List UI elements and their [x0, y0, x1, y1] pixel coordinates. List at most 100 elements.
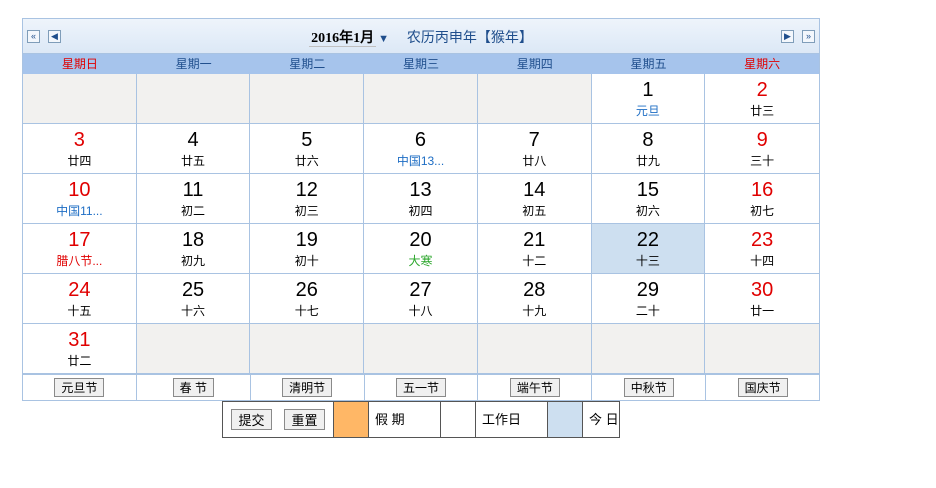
day-cell[interactable]: 15 初六 [591, 174, 706, 224]
festival-cell: 中秋节 [592, 375, 707, 400]
lunar-date: 中国11... [56, 204, 103, 218]
holiday-label: 假 期 [368, 402, 440, 437]
day-cell[interactable]: 17 腊八节... [23, 224, 137, 274]
day-cell[interactable]: 7 廿八 [477, 124, 592, 174]
day-cell[interactable]: 9 三十 [705, 124, 819, 174]
lunar-date: 腊八节... [56, 254, 103, 268]
day-number: 22 [636, 229, 660, 251]
empty-day-cell [23, 74, 137, 124]
empty-day-cell [477, 324, 592, 374]
lunar-date: 初六 [635, 204, 660, 218]
weekday-wed: 星期三 [403, 57, 440, 71]
lunar-date: 廿八 [522, 154, 547, 168]
empty-day-cell [136, 324, 251, 374]
weekday-tue: 星期二 [289, 57, 326, 71]
legend-bar: 提交 重置 假 期 工作日 今 日 [222, 401, 620, 438]
lunar-date: 十七 [294, 304, 319, 318]
day-cell[interactable]: 21 十二 [477, 224, 592, 274]
day-number: 1 [642, 79, 654, 101]
submit-button[interactable]: 提交 [231, 409, 272, 430]
festival-cell: 清明节 [251, 375, 365, 400]
empty-day-cell [136, 74, 251, 124]
festival-button-new-year[interactable]: 元旦节 [54, 378, 105, 397]
day-cell[interactable]: 29 二十 [591, 274, 706, 324]
reset-button[interactable]: 重置 [284, 409, 325, 430]
day-cell[interactable]: 4 廿五 [136, 124, 251, 174]
festival-button-spring[interactable]: 春 节 [172, 378, 214, 397]
weekday-mon: 星期一 [175, 57, 212, 71]
festival-button-mid-autumn[interactable]: 中秋节 [623, 378, 674, 397]
day-number: 9 [756, 129, 768, 151]
day-cell[interactable]: 13 初四 [364, 174, 478, 224]
day-cell[interactable]: 26 十七 [250, 274, 365, 324]
day-number: 16 [751, 179, 774, 201]
lunar-date: 十六 [181, 304, 206, 318]
day-number: 12 [295, 179, 318, 201]
day-cell[interactable]: 25 十六 [136, 274, 251, 324]
lunar-date: 二十 [635, 304, 660, 318]
day-number: 30 [751, 279, 774, 301]
lunar-date: 初三 [294, 204, 319, 218]
lunar-date: 十三 [635, 254, 660, 268]
day-number: 21 [523, 229, 546, 251]
workday-label: 工作日 [475, 402, 547, 437]
lunar-date: 廿五 [181, 154, 206, 168]
day-cell[interactable]: 22 十三 [591, 224, 706, 274]
day-cell[interactable]: 6 中国13... [364, 124, 478, 174]
day-cell[interactable]: 24 十五 [23, 274, 137, 324]
festival-button-may-day[interactable]: 五一节 [396, 378, 447, 397]
next-month-icon[interactable]: ▶ [781, 30, 794, 43]
chevron-down-icon[interactable]: ▼ [378, 33, 389, 45]
lunar-date: 十五 [67, 304, 92, 318]
lunar-date: 初二 [181, 204, 206, 218]
year-month-selector[interactable]: 2016年1月 [309, 31, 377, 47]
day-number: 7 [528, 129, 540, 151]
day-cell[interactable]: 12 初三 [250, 174, 365, 224]
day-number: 3 [73, 129, 85, 151]
day-number: 20 [409, 229, 432, 251]
day-cell[interactable]: 28 十九 [477, 274, 592, 324]
lunar-date: 初四 [408, 204, 433, 218]
day-cell[interactable]: 31 廿二 [23, 324, 137, 374]
festival-button-qingming[interactable]: 清明节 [282, 378, 333, 397]
festival-cell: 元旦节 [23, 375, 137, 400]
weekday-header: 星期日 星期一 星期二 星期三 星期四 星期五 星期六 [23, 54, 819, 74]
festival-button-national-day[interactable]: 国庆节 [737, 378, 788, 397]
calendar-title: 2016年1月 ▼ 农历丙申年【猴年】 [23, 27, 819, 47]
day-cell[interactable]: 5 廿六 [250, 124, 365, 174]
empty-day-cell [250, 324, 365, 374]
festival-button-dragon-boat[interactable]: 端午节 [509, 378, 560, 397]
day-number: 26 [295, 279, 318, 301]
day-number: 24 [68, 279, 91, 301]
weekday-sat: 星期六 [744, 57, 781, 71]
lunar-date: 元旦 [635, 104, 660, 118]
day-cell[interactable]: 27 十八 [364, 274, 478, 324]
day-cell[interactable]: 16 初七 [705, 174, 819, 224]
calendar-header: « ◀ 2016年1月 ▼ 农历丙申年【猴年】 ▶ » [23, 19, 819, 54]
day-cell[interactable]: 3 廿四 [23, 124, 137, 174]
day-number: 28 [523, 279, 546, 301]
day-cell[interactable]: 1 元旦 [591, 74, 706, 124]
day-cell[interactable]: 20 大寒 [364, 224, 478, 274]
lunar-date: 初五 [522, 204, 547, 218]
lunar-date: 廿九 [635, 154, 660, 168]
today-swatch [547, 402, 582, 437]
day-cell[interactable]: 30 廿一 [705, 274, 819, 324]
day-number: 2 [756, 79, 768, 101]
day-cell[interactable]: 23 十四 [705, 224, 819, 274]
day-cell[interactable]: 18 初九 [136, 224, 251, 274]
next-year-icon[interactable]: » [802, 30, 815, 43]
lunar-date: 三十 [750, 154, 775, 168]
day-cell[interactable]: 2 廿三 [705, 74, 819, 124]
day-number: 25 [181, 279, 205, 301]
day-number: 31 [68, 329, 91, 351]
day-number: 11 [182, 179, 204, 201]
day-cell[interactable]: 10 中国11... [23, 174, 137, 224]
day-cell[interactable]: 14 初五 [477, 174, 592, 224]
day-cell[interactable]: 19 初十 [250, 224, 365, 274]
day-cell[interactable]: 8 廿九 [591, 124, 706, 174]
lunar-date: 十八 [408, 304, 433, 318]
day-cell[interactable]: 11 初二 [136, 174, 251, 224]
day-number: 23 [751, 229, 774, 251]
empty-day-cell [364, 324, 478, 374]
